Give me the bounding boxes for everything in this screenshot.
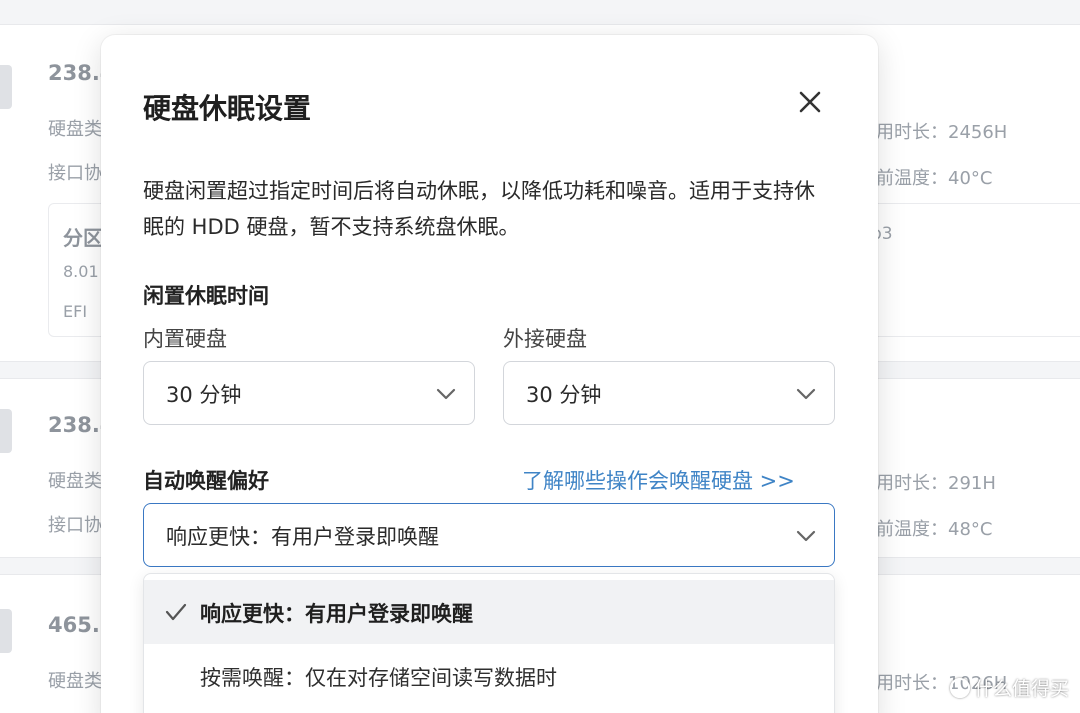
close-icon — [799, 91, 821, 113]
wake-preference-value: 响应更快：有用户登录即唤醒 — [166, 525, 439, 549]
disk-icon — [0, 65, 12, 109]
chevron-down-icon — [436, 388, 456, 400]
disk-usage: 使用时长：2456H — [858, 122, 1008, 143]
watermark-logo-icon — [950, 678, 970, 698]
disk-type-label: 硬盘类 — [48, 119, 102, 140]
idle-section-title: 闲置休眠时间 — [143, 284, 269, 308]
wake-preference-dropdown: 响应更快：有用户登录即唤醒 按需唤醒：仅在对存储空间读写数据时 — [143, 573, 835, 713]
partition-fs: EFI — [63, 302, 88, 321]
disk-temp: 当前温度：40°C — [858, 168, 993, 189]
chevron-down-icon — [796, 530, 816, 542]
wake-option-label: 按需唤醒：仅在对存储空间读写数据时 — [200, 666, 557, 690]
disk-interface-label: 接口协 — [48, 163, 102, 184]
disk-type-label: 硬盘类 — [48, 471, 102, 492]
wake-option-fast[interactable]: 响应更快：有用户登录即唤醒 — [144, 580, 834, 644]
disk-icon — [0, 609, 12, 653]
wake-option-on-demand[interactable]: 按需唤醒：仅在对存储空间读写数据时 — [144, 644, 834, 708]
disk-temp: 当前温度：48°C — [858, 519, 993, 540]
wake-option-label: 响应更快：有用户登录即唤醒 — [200, 602, 473, 626]
internal-disk-value: 30 分钟 — [166, 383, 242, 407]
dialog-description: 硬盘闲置超过指定时间后将自动休眠，以降低功耗和噪音。适用于支持休眠的 HDD 硬… — [143, 179, 815, 239]
wake-preference-select[interactable]: 响应更快：有用户登录即唤醒 — [143, 503, 835, 567]
external-disk-select[interactable]: 30 分钟 — [503, 361, 835, 425]
internal-disk-select[interactable]: 30 分钟 — [143, 361, 475, 425]
chevron-down-icon — [796, 388, 816, 400]
disk-icon — [0, 409, 12, 453]
disk-interface-label: 接口协 — [48, 515, 102, 536]
disk-sleep-dialog: 硬盘休眠设置 硬盘闲置超过指定时间后将自动休眠，以降低功耗和噪音。适用于支持休眠… — [101, 35, 878, 713]
disk-type-label: 硬盘类 — [48, 671, 102, 692]
internal-disk-label: 内置硬盘 — [143, 327, 227, 351]
external-disk-value: 30 分钟 — [526, 383, 602, 407]
disk-usage: 使用时长：291H — [858, 473, 996, 494]
partition-title: 分区 — [63, 226, 103, 250]
close-button[interactable] — [795, 87, 825, 117]
wake-section-title: 自动唤醒偏好 — [143, 469, 269, 493]
partition-size: 8.01 — [63, 262, 99, 281]
learn-wake-link[interactable]: 了解哪些操作会唤醒硬盘 >> — [522, 465, 795, 495]
check-icon — [165, 603, 187, 621]
dialog-title: 硬盘休眠设置 — [143, 92, 312, 125]
watermark: 什么值得买 — [950, 674, 1069, 701]
external-disk-label: 外接硬盘 — [503, 327, 587, 351]
